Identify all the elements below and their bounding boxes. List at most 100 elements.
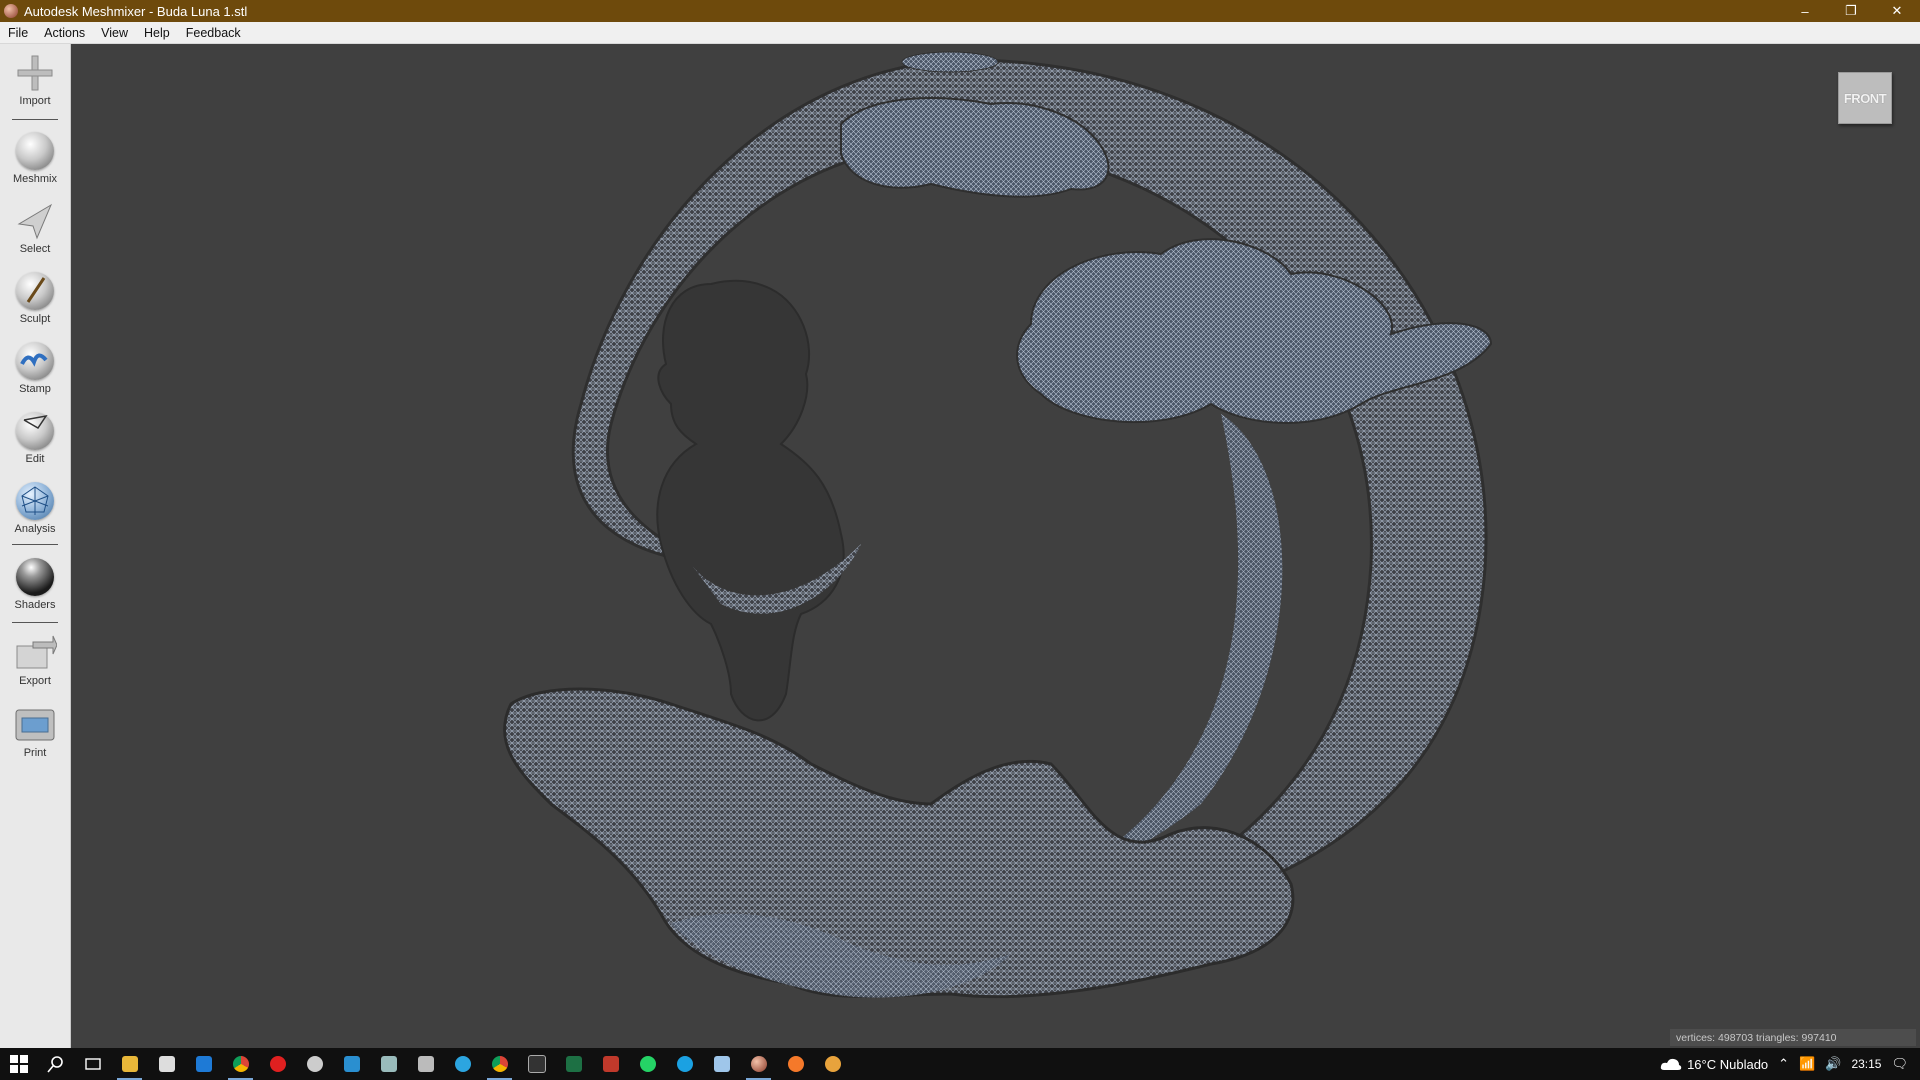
import-icon [17,55,53,91]
start-button[interactable] [0,1048,37,1080]
shaders-icon [16,558,54,596]
taskbar-store[interactable] [148,1048,185,1080]
app-icon [380,1056,397,1072]
menu-file[interactable]: File [0,26,36,40]
taskbar-blender[interactable] [777,1048,814,1080]
taskbar-meshmixer[interactable] [740,1048,777,1080]
clock-time[interactable]: 23:15 [1851,1057,1881,1071]
taskbar-app[interactable] [592,1048,629,1080]
app-icon [824,1056,841,1072]
system-tray: 16°C Nublado ⌃ 📶 🔊 23:15 🗨 [1660,1048,1920,1080]
tool-label: Select [19,243,51,255]
restore-button[interactable]: ❐ [1828,0,1874,22]
select-icon [17,203,53,240]
taskbar-whatsapp[interactable] [629,1048,666,1080]
menu-help[interactable]: Help [136,26,178,40]
search-button[interactable] [37,1048,74,1080]
telegram-icon [454,1056,471,1072]
sculpt-tool-button[interactable]: Sculpt [0,272,70,325]
file-explorer-icon [121,1056,138,1072]
taskbar-app[interactable] [666,1048,703,1080]
tool-label: Print [23,747,47,759]
edit-icon [16,412,54,450]
terminal-icon [527,1055,546,1073]
taskbar-app[interactable] [333,1048,370,1080]
chrome-icon [232,1056,249,1072]
notes-icon [713,1056,730,1072]
windows-start-icon [9,1055,28,1073]
edit-tool-button[interactable]: Edit [0,412,70,465]
toolbar-divider [12,544,58,545]
title-bar: Autodesk Meshmixer - Buda Luna 1.stl – ❐… [0,0,1920,22]
app-icon [306,1056,323,1072]
taskbar-telegram[interactable] [444,1048,481,1080]
stamp-tool-button[interactable]: Stamp [0,342,70,395]
close-button[interactable]: ✕ [1874,0,1920,22]
3d-viewport[interactable]: FRONT [71,44,1920,1048]
whatsapp-icon [639,1056,656,1072]
meshmixer-icon [750,1056,767,1072]
stamp-icon [16,342,54,380]
tool-label: Sculpt [19,313,51,325]
blender-icon [787,1056,804,1072]
taskbar-excel[interactable] [555,1048,592,1080]
minimize-button[interactable]: – [1782,0,1828,22]
mail-icon [195,1056,212,1072]
menu-bar: File Actions View Help Feedback [0,22,1920,44]
sculpt-icon [16,272,54,310]
meshmix-icon [16,132,54,170]
network-icon[interactable]: 📶 [1799,1056,1815,1072]
store-icon [158,1056,175,1072]
weather-text[interactable]: 16°C Nublado [1687,1057,1768,1072]
print-icon [15,709,55,741]
chrome-icon [491,1056,508,1072]
excel-icon [565,1056,582,1072]
notification-icon[interactable]: 🗨 [1891,1056,1908,1072]
taskbar-app[interactable] [370,1048,407,1080]
app-icon [417,1056,434,1072]
cloud-weather-icon [1660,1058,1682,1070]
tool-label: Export [19,675,51,687]
meshmix-tool-button[interactable]: Meshmix [0,132,70,185]
taskbar: 16°C Nublado ⌃ 📶 🔊 23:15 🗨 [0,1048,1920,1080]
mesh-model [503,51,1493,999]
shaders-tool-button[interactable]: Shaders [0,558,70,611]
taskbar-notes[interactable] [703,1048,740,1080]
taskbar-file-explorer[interactable] [111,1048,148,1080]
import-tool-button[interactable]: Import [0,54,70,107]
taskbar-app[interactable] [407,1048,444,1080]
task-view-icon [84,1058,101,1070]
meshmixer-app-icon [4,4,18,18]
print-tool-button[interactable]: Print [0,706,70,759]
media-icon [269,1056,286,1072]
toolbar-divider [12,622,58,623]
menu-view[interactable]: View [93,26,136,40]
search-icon [46,1056,63,1073]
chevron-up-icon[interactable]: ⌃ [1778,1056,1789,1072]
tool-label: Edit [25,453,45,465]
menu-feedback[interactable]: Feedback [178,26,249,40]
taskbar-app[interactable] [296,1048,333,1080]
tool-label: Import [19,95,51,107]
taskbar-app[interactable] [814,1048,851,1080]
select-tool-button[interactable]: Select [0,202,70,255]
export-icon [16,635,57,669]
tool-label: Meshmix [12,173,57,185]
app-icon [602,1056,619,1072]
tool-label: Shaders [14,599,56,611]
taskbar-media[interactable] [259,1048,296,1080]
taskbar-terminal[interactable] [518,1048,555,1080]
tool-label: Analysis [14,523,56,535]
tool-sidebar: Import Meshmix Select Sculpt Stamp Edit … [0,44,71,1048]
taskbar-mail[interactable] [185,1048,222,1080]
view-cube[interactable]: FRONT [1838,72,1892,124]
taskbar-chrome[interactable] [481,1048,518,1080]
task-view-button[interactable] [74,1048,111,1080]
volume-icon[interactable]: 🔊 [1825,1056,1841,1072]
mesh-stats-readout: vertices: 498703 triangles: 997410 [1670,1029,1916,1046]
menu-actions[interactable]: Actions [36,26,93,40]
app-icon [343,1056,360,1072]
analysis-tool-button[interactable]: Analysis [0,482,70,535]
export-tool-button[interactable]: Export [0,634,70,687]
taskbar-chrome[interactable] [222,1048,259,1080]
